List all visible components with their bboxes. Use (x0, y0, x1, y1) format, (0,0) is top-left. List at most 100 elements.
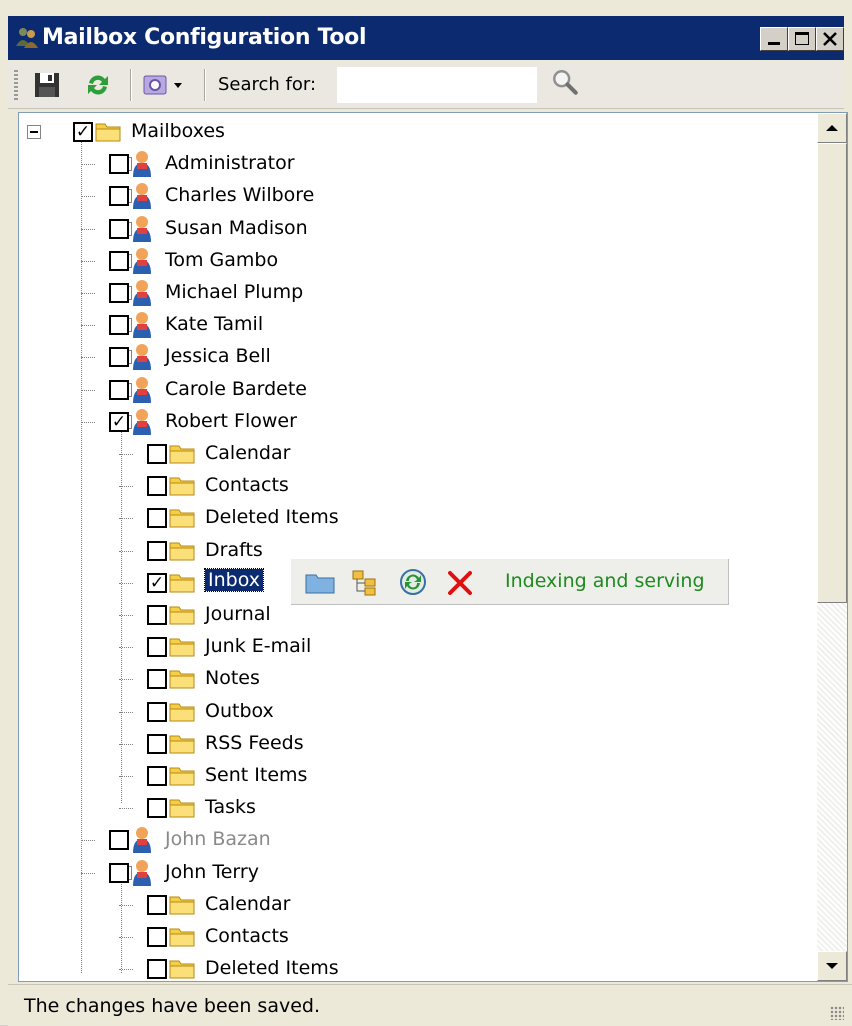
toolbar-grip[interactable] (14, 70, 18, 100)
tree-line (81, 196, 95, 198)
tree-checkbox[interactable] (147, 540, 167, 561)
folder-tree-icon[interactable] (351, 569, 379, 597)
tree-checkbox[interactable] (147, 637, 167, 658)
tree-line (119, 454, 133, 455)
user-mailbox-icon (131, 311, 153, 339)
scroll-up-button[interactable] (817, 113, 847, 143)
tree-checkbox[interactable] (147, 927, 167, 947)
folder-icon (169, 734, 195, 754)
tree-checkbox[interactable] (109, 218, 129, 239)
open-folder-icon[interactable] (305, 572, 335, 594)
user-mailbox-icon (131, 279, 153, 307)
mailbox-tree[interactable]: ✓ Mailboxes Administrator Charles Wilbore Su… (18, 112, 848, 982)
tree-line (119, 743, 133, 745)
toolbar-separator (204, 69, 206, 101)
tree-checkbox[interactable] (109, 250, 129, 271)
collapse-icon[interactable] (27, 125, 41, 139)
tree-label: Contacts (205, 474, 289, 497)
tree-checkbox[interactable]: ✓ (147, 572, 167, 593)
tree-label: Mailboxes (131, 120, 225, 142)
tree-checkbox[interactable] (147, 766, 167, 786)
tree-folder-row[interactable]: Sent Items (19, 760, 809, 792)
close-button[interactable] (816, 27, 844, 51)
folder-icon (169, 541, 195, 561)
tree-folder-row[interactable]: Deleted Items (19, 953, 809, 981)
tree-folder-row[interactable]: RSS Feeds (19, 728, 809, 760)
tree-mailbox-row[interactable]: John Bazan (19, 824, 809, 856)
tree-checkbox[interactable] (147, 669, 167, 690)
tree-line (119, 776, 133, 777)
tree-mailbox-row[interactable]: Charles Wilbore (19, 180, 809, 212)
folder-icon (169, 895, 195, 915)
tree-checkbox[interactable] (147, 959, 167, 980)
tree-checkbox[interactable] (147, 508, 167, 529)
tree-checkbox[interactable]: ✓ (109, 411, 129, 432)
tree-label: Sent Items (205, 764, 308, 786)
tree-checkbox[interactable] (109, 830, 129, 851)
tree-folder-row[interactable]: Calendar (19, 438, 809, 470)
tree-label: RSS Feeds (205, 731, 304, 754)
tree-label: Charles Wilbore (165, 184, 315, 207)
remove-icon[interactable] (447, 570, 473, 596)
tree-checkbox[interactable] (109, 347, 129, 368)
tree-line (81, 840, 95, 842)
tree-root-row[interactable]: ✓ Mailboxes (19, 116, 809, 148)
tree-line (81, 164, 95, 166)
tree-checkbox[interactable] (109, 154, 129, 175)
tree-mailbox-row[interactable]: ✓ Robert Flower (19, 406, 809, 438)
tree-checkbox[interactable] (147, 701, 167, 722)
reindex-icon[interactable] (399, 568, 427, 596)
tree-folder-row[interactable]: Contacts (19, 470, 809, 502)
vertical-scrollbar[interactable] (817, 113, 847, 981)
tree-checkbox[interactable] (147, 605, 167, 625)
tree-label: Deleted Items (205, 506, 339, 529)
maximize-button[interactable] (788, 27, 816, 51)
tree-mailbox-row[interactable]: Michael Plump (19, 277, 809, 309)
tree-mailbox-row[interactable]: John Terry (19, 857, 809, 889)
tree-checkbox[interactable]: ✓ (73, 122, 93, 142)
tree-checkbox[interactable] (109, 315, 129, 336)
close-icon (823, 32, 837, 46)
scroll-thumb[interactable] (817, 143, 847, 603)
tree-folder-row[interactable]: Deleted Items (19, 502, 809, 534)
tree-folder-row[interactable]: Calendar (19, 889, 809, 921)
tree-label-selected: Inbox (204, 567, 264, 592)
tree-mailbox-row[interactable]: Administrator (19, 148, 809, 180)
tree-mailbox-row[interactable]: Susan Madison (19, 213, 809, 245)
tree-line (119, 518, 133, 520)
tree-line (119, 550, 133, 552)
tree-mailbox-row[interactable]: Kate Tamil (19, 309, 809, 341)
scroll-down-button[interactable] (817, 951, 847, 981)
tree-folder-row[interactable]: Notes (19, 663, 809, 695)
tree-checkbox[interactable] (109, 186, 129, 207)
save-icon[interactable] (34, 71, 60, 99)
tree-mailbox-row[interactable]: Tom Gambo (19, 245, 809, 277)
tree-folder-row[interactable]: Junk E-mail (19, 631, 809, 663)
tree-checkbox[interactable] (147, 444, 167, 464)
tree-label: Outbox (205, 699, 274, 722)
title-bar[interactable]: Mailbox Configuration Tool (8, 16, 844, 60)
refresh-icon[interactable] (84, 71, 112, 99)
tree-checkbox[interactable] (147, 894, 167, 915)
tree-checkbox[interactable] (147, 798, 167, 819)
tree-folder-row[interactable]: Tasks (19, 792, 809, 824)
tree-checkbox[interactable] (147, 476, 167, 497)
tree-checkbox[interactable] (109, 862, 129, 883)
tree-label: Calendar (205, 442, 291, 464)
tree-line (81, 357, 95, 359)
indexing-status: Indexing and serving (505, 570, 705, 592)
resize-grip[interactable] (830, 1006, 844, 1020)
tree-mailbox-row[interactable]: Jessica Bell (19, 341, 809, 373)
tree-folder-row[interactable]: Contacts (19, 921, 809, 953)
tree-folder-row[interactable]: Outbox (19, 696, 809, 728)
search-input[interactable] (337, 67, 537, 103)
tree-checkbox[interactable] (147, 733, 167, 754)
options-dropdown-icon[interactable] (142, 71, 186, 99)
tree-checkbox[interactable] (109, 379, 129, 400)
tree-checkbox[interactable] (109, 283, 129, 303)
minimize-button[interactable] (760, 27, 788, 51)
toolbar: Search for: (8, 62, 844, 109)
tree-mailbox-row[interactable]: Carole Bardete (19, 374, 809, 406)
search-icon[interactable] (548, 68, 582, 96)
folder-icon (95, 122, 121, 142)
